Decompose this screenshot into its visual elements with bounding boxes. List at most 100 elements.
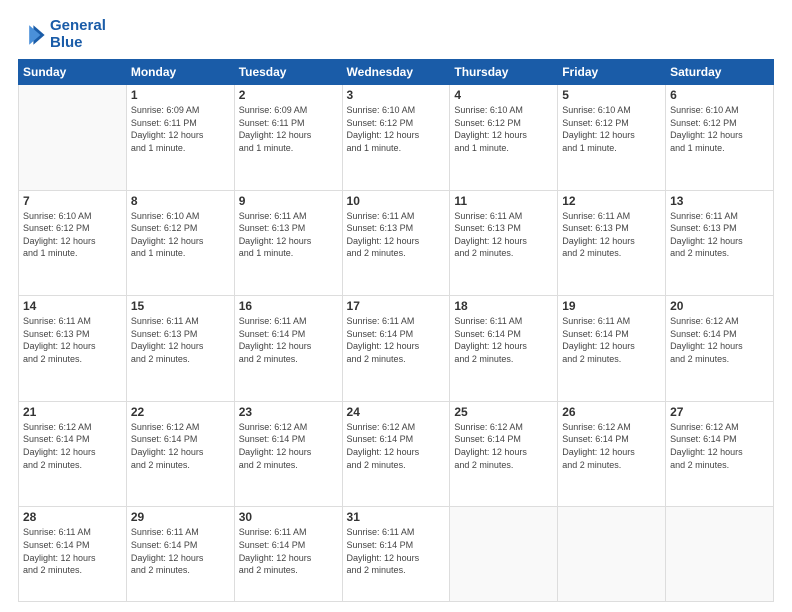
day-number: 15 [131,299,230,313]
day-number: 10 [347,194,446,208]
calendar-cell: 12 Sunrise: 6:11 AM Sunset: 6:13 PM Dayli… [558,190,666,296]
day-number: 5 [562,88,661,102]
day-number: 30 [239,510,338,524]
calendar-cell: 23Sunrise: 6:12 AM Sunset: 6:14 PM Dayli… [234,401,342,507]
calendar-cell: 17Sunrise: 6:11 AM Sunset: 6:14 PM Dayli… [342,296,450,402]
day-info: Sunrise: 6:11 AM Sunset: 6:14 PM Dayligh… [454,315,553,365]
day-info: Sunrise: 6:12 AM Sunset: 6:14 PM Dayligh… [131,421,230,471]
day-number: 12 [562,194,661,208]
day-header-friday: Friday [558,60,666,85]
day-number: 7 [23,194,122,208]
day-number: 17 [347,299,446,313]
day-number: 27 [670,405,769,419]
day-number: 21 [23,405,122,419]
calendar-cell: 25 Sunrise: 6:12 AM Sunset: 6:14 PM Dayli… [450,401,558,507]
calendar-cell: 14 Sunrise: 6:11 AM Sunset: 6:13 PM Dayli… [19,296,127,402]
day-info: Sunrise: 6:12 AM Sunset: 6:14 PM Dayligh… [670,315,769,365]
calendar-cell: 3Sunrise: 6:10 AM Sunset: 6:12 PM Daylig… [342,85,450,191]
day-number: 8 [131,194,230,208]
calendar-cell: 2 Sunrise: 6:09 AM Sunset: 6:11 PM Daylig… [234,85,342,191]
day-number: 31 [347,510,446,524]
day-info: Sunrise: 6:11 AM Sunset: 6:14 PM Dayligh… [23,526,122,576]
calendar-cell: 9Sunrise: 6:11 AM Sunset: 6:13 PM Daylig… [234,190,342,296]
day-info: Sunrise: 6:12 AM Sunset: 6:14 PM Dayligh… [347,421,446,471]
day-number: 22 [131,405,230,419]
week-row-1: 7 Sunrise: 6:10 AM Sunset: 6:12 PM Daylig… [19,190,774,296]
day-info: Sunrise: 6:11 AM Sunset: 6:13 PM Dayligh… [454,210,553,260]
day-info: Sunrise: 6:10 AM Sunset: 6:12 PM Dayligh… [670,104,769,154]
header: General Blue [18,18,774,51]
day-info: Sunrise: 6:12 AM Sunset: 6:14 PM Dayligh… [239,421,338,471]
calendar-cell [558,507,666,602]
day-info: Sunrise: 6:11 AM Sunset: 6:14 PM Dayligh… [562,315,661,365]
day-number: 28 [23,510,122,524]
calendar-cell: 8 Sunrise: 6:10 AM Sunset: 6:12 PM Daylig… [126,190,234,296]
calendar-cell: 1Sunrise: 6:09 AM Sunset: 6:11 PM Daylig… [126,85,234,191]
calendar-cell: 11 Sunrise: 6:11 AM Sunset: 6:13 PM Dayli… [450,190,558,296]
calendar-cell: 16 Sunrise: 6:11 AM Sunset: 6:14 PM Dayli… [234,296,342,402]
day-info: Sunrise: 6:12 AM Sunset: 6:14 PM Dayligh… [23,421,122,471]
day-number: 25 [454,405,553,419]
day-number: 29 [131,510,230,524]
week-row-4: 28 Sunrise: 6:11 AM Sunset: 6:14 PM Dayli… [19,507,774,602]
day-info: Sunrise: 6:10 AM Sunset: 6:12 PM Dayligh… [131,210,230,260]
calendar-cell: 21 Sunrise: 6:12 AM Sunset: 6:14 PM Dayli… [19,401,127,507]
day-header-sunday: Sunday [19,60,127,85]
day-number: 19 [562,299,661,313]
day-info: Sunrise: 6:11 AM Sunset: 6:13 PM Dayligh… [239,210,338,260]
logo-text: General Blue [50,18,106,51]
calendar-cell: 29 Sunrise: 6:11 AM Sunset: 6:14 PM Dayli… [126,507,234,602]
day-info: Sunrise: 6:09 AM Sunset: 6:11 PM Dayligh… [239,104,338,154]
day-info: Sunrise: 6:12 AM Sunset: 6:14 PM Dayligh… [454,421,553,471]
calendar-cell: 6 Sunrise: 6:10 AM Sunset: 6:12 PM Daylig… [666,85,774,191]
calendar-table: SundayMondayTuesdayWednesdayThursdayFrid… [18,59,774,602]
day-info: Sunrise: 6:11 AM Sunset: 6:13 PM Dayligh… [347,210,446,260]
calendar-cell: 26Sunrise: 6:12 AM Sunset: 6:14 PM Dayli… [558,401,666,507]
day-info: Sunrise: 6:11 AM Sunset: 6:14 PM Dayligh… [239,526,338,576]
calendar-cell: 10 Sunrise: 6:11 AM Sunset: 6:13 PM Dayli… [342,190,450,296]
day-info: Sunrise: 6:11 AM Sunset: 6:13 PM Dayligh… [670,210,769,260]
calendar-cell: 19 Sunrise: 6:11 AM Sunset: 6:14 PM Dayli… [558,296,666,402]
day-header-wednesday: Wednesday [342,60,450,85]
logo: General Blue [18,18,106,51]
calendar-cell [19,85,127,191]
day-info: Sunrise: 6:11 AM Sunset: 6:14 PM Dayligh… [239,315,338,365]
day-number: 26 [562,405,661,419]
day-number: 3 [347,88,446,102]
calendar-cell: 5Sunrise: 6:10 AM Sunset: 6:12 PM Daylig… [558,85,666,191]
page: General Blue SundayMondayTuesdayWednesda… [0,0,792,612]
calendar-cell: 22 Sunrise: 6:12 AM Sunset: 6:14 PM Dayli… [126,401,234,507]
day-header-thursday: Thursday [450,60,558,85]
day-info: Sunrise: 6:10 AM Sunset: 6:12 PM Dayligh… [23,210,122,260]
day-header-monday: Monday [126,60,234,85]
day-info: Sunrise: 6:11 AM Sunset: 6:14 PM Dayligh… [131,526,230,576]
calendar-cell: 28 Sunrise: 6:11 AM Sunset: 6:14 PM Dayli… [19,507,127,602]
day-number: 6 [670,88,769,102]
day-info: Sunrise: 6:11 AM Sunset: 6:13 PM Dayligh… [562,210,661,260]
day-info: Sunrise: 6:11 AM Sunset: 6:13 PM Dayligh… [23,315,122,365]
day-number: 14 [23,299,122,313]
calendar-header-row: SundayMondayTuesdayWednesdayThursdayFrid… [19,60,774,85]
week-row-3: 21 Sunrise: 6:12 AM Sunset: 6:14 PM Dayli… [19,401,774,507]
calendar-cell [450,507,558,602]
day-info: Sunrise: 6:11 AM Sunset: 6:14 PM Dayligh… [347,526,446,576]
calendar-cell: 31 Sunrise: 6:11 AM Sunset: 6:14 PM Dayli… [342,507,450,602]
calendar-cell: 7 Sunrise: 6:10 AM Sunset: 6:12 PM Daylig… [19,190,127,296]
calendar-cell: 15 Sunrise: 6:11 AM Sunset: 6:13 PM Dayli… [126,296,234,402]
day-info: Sunrise: 6:11 AM Sunset: 6:13 PM Dayligh… [131,315,230,365]
day-number: 2 [239,88,338,102]
day-info: Sunrise: 6:10 AM Sunset: 6:12 PM Dayligh… [454,104,553,154]
day-number: 24 [347,405,446,419]
calendar-cell: 30 Sunrise: 6:11 AM Sunset: 6:14 PM Dayli… [234,507,342,602]
day-number: 16 [239,299,338,313]
day-number: 4 [454,88,553,102]
day-info: Sunrise: 6:12 AM Sunset: 6:14 PM Dayligh… [670,421,769,471]
calendar-cell [666,507,774,602]
day-header-tuesday: Tuesday [234,60,342,85]
calendar-cell: 13Sunrise: 6:11 AM Sunset: 6:13 PM Dayli… [666,190,774,296]
calendar-cell: 18Sunrise: 6:11 AM Sunset: 6:14 PM Dayli… [450,296,558,402]
day-number: 1 [131,88,230,102]
calendar-cell: 4 Sunrise: 6:10 AM Sunset: 6:12 PM Daylig… [450,85,558,191]
calendar-cell: 27 Sunrise: 6:12 AM Sunset: 6:14 PM Dayli… [666,401,774,507]
day-number: 11 [454,194,553,208]
